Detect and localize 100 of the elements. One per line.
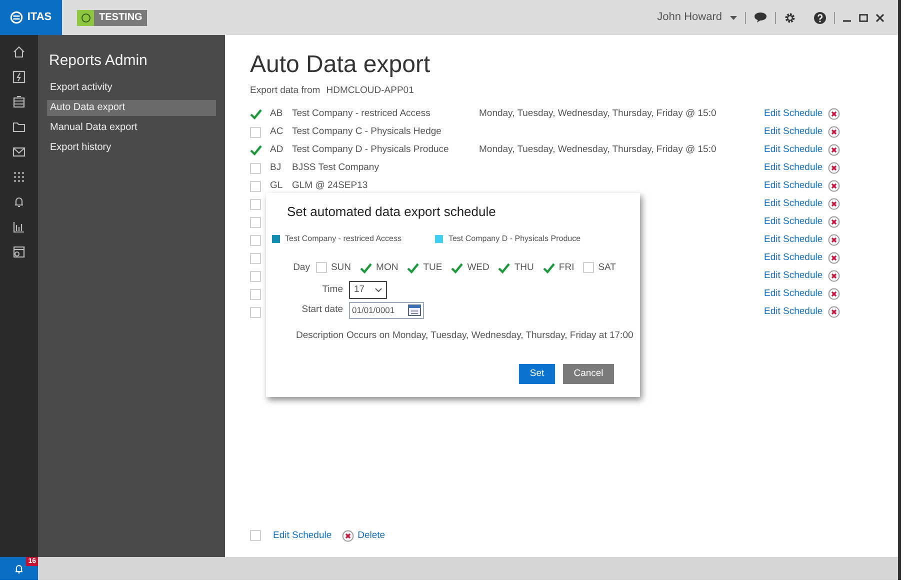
caret-icon [730,16,737,20]
day-option: WED [467,260,490,275]
delete-icon[interactable] [828,126,840,138]
company-code: AC [270,125,284,140]
circle-icon [80,12,90,22]
delete-icon[interactable] [828,198,840,210]
sidebar-item[interactable]: Export history [47,140,216,156]
edit-schedule-link[interactable]: Edit Schedule [764,125,828,140]
close-icon[interactable] [876,14,884,22]
settings-icon[interactable] [784,12,796,24]
source-label: Export data from [250,84,320,98]
app-logo: ITAS [27,10,52,26]
row-checkbox[interactable] [250,252,261,264]
day-option: SAT [598,260,616,275]
day-checkbox[interactable] [542,262,555,274]
bell-icon[interactable] [12,195,26,209]
day-checkbox[interactable] [583,262,594,274]
day-checkbox[interactable] [407,262,420,274]
day-checkbox[interactable] [316,262,327,274]
grid-icon[interactable] [12,170,26,184]
select-all-checkbox[interactable] [250,530,261,542]
edit-schedule-link[interactable]: Edit Schedule [764,143,828,158]
delete-icon[interactable] [828,180,840,192]
delete-icon[interactable] [828,144,840,156]
row-checkbox[interactable] [250,234,261,246]
day-checkbox[interactable] [451,262,464,274]
delete-icon[interactable] [828,252,840,264]
folder-icon[interactable] [12,120,26,134]
company-code: AD [270,143,284,158]
building-icon[interactable] [12,95,26,109]
delete-icon[interactable] [828,234,840,246]
window-icon[interactable] [12,245,26,259]
edit-schedule-link[interactable]: Edit Schedule [764,287,828,302]
environment-label: TESTING [98,11,144,25]
company-code: BJ [270,161,282,176]
row-checkbox[interactable] [250,306,261,318]
company-name: Test Company - restriced Access [292,107,432,122]
day-checkbox[interactable] [498,262,510,274]
day-option: FRI [558,260,574,275]
set-button[interactable]: Set [519,364,555,384]
sidebar-title: Reports Admin [49,51,148,71]
company-name: GLM @ 24SEP13 [292,179,369,194]
source-value: HDMCLOUD-APP01 [326,84,414,98]
row-checkbox[interactable] [250,270,261,282]
delete-icon[interactable] [828,270,840,282]
edit-schedule-link[interactable]: Edit Schedule [764,233,828,248]
delete-icon[interactable] [828,306,840,318]
envelope-icon[interactable] [12,145,26,159]
edit-schedule-link[interactable]: Edit Schedule [273,528,332,543]
calendar-icon[interactable] [408,304,421,316]
company-code: AB [270,107,284,122]
sidebar-item[interactable]: Auto Data export [47,100,216,116]
sidebar-item[interactable]: Export activity [47,80,216,96]
cancel-button[interactable]: Cancel [563,364,614,384]
chat-icon[interactable] [754,12,767,23]
row-checkbox[interactable] [250,144,262,156]
chevron-down-icon [375,288,382,292]
day-label: Day [292,260,310,274]
row-checkbox[interactable] [250,198,261,210]
edit-schedule-link[interactable]: Edit Schedule [764,197,828,212]
delete-icon[interactable] [342,530,354,542]
bar-chart-icon[interactable] [12,220,26,234]
edit-schedule-link[interactable]: Edit Schedule [764,269,828,284]
edit-schedule-link[interactable]: Edit Schedule [764,251,828,266]
start-date-field[interactable]: 01/01/0001 [349,302,424,319]
time-select[interactable]: 17 [349,280,387,299]
delete-icon[interactable] [828,216,840,228]
row-checkbox[interactable] [250,180,261,192]
start-date-label: Start date [300,303,343,318]
row-checkbox[interactable] [250,288,261,300]
edit-schedule-link[interactable]: Edit Schedule [764,215,828,230]
schedule-summary: Monday, Tuesday, Wednesday, Thursday, Friday @ 15:0 [479,143,718,158]
home-icon[interactable] [12,45,26,59]
day-checkbox[interactable] [360,262,372,274]
day-option: SUN [330,260,352,275]
description-label: Description [296,328,344,343]
row-checkbox[interactable] [250,108,262,120]
row-checkbox[interactable] [250,216,261,228]
delete-icon[interactable] [828,162,840,174]
company-code: GL [270,179,284,194]
sidebar-item[interactable]: Manual Data export [47,120,216,136]
delete-link[interactable]: Delete [342,528,386,543]
legend-label: Test Company D - Physicals Produce [448,232,581,244]
description-text: Occurs on Monday, Tuesday, Wednesday, Thursday, Friday at 17:00 [346,328,634,343]
lightning-icon[interactable] [12,70,26,84]
schedule-summary: Monday, Tuesday, Wednesday, Thursday, Friday @ 15:0 [479,107,718,122]
edit-schedule-link[interactable]: Edit Schedule [764,107,828,122]
help-icon[interactable] [814,12,826,24]
maximize-icon[interactable] [859,14,868,22]
edit-schedule-link[interactable]: Edit Schedule [764,161,828,176]
row-checkbox[interactable] [250,162,261,174]
delete-icon[interactable] [828,288,840,300]
company-name: Test Company D - Physicals Produce [292,143,450,158]
user-menu[interactable]: John Howard [657,9,737,26]
time-label: Time [321,282,343,297]
logo-icon [10,11,24,24]
row-checkbox[interactable] [250,126,261,138]
delete-icon[interactable] [828,108,840,120]
edit-schedule-link[interactable]: Edit Schedule [764,305,828,320]
edit-schedule-link[interactable]: Edit Schedule [764,179,828,194]
